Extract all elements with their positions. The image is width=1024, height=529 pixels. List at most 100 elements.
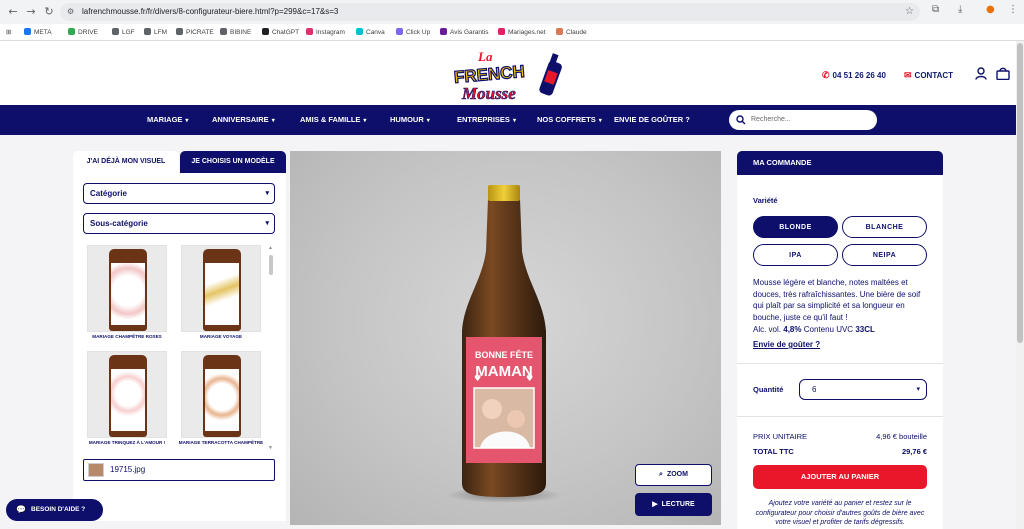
nav-item-amis-famille[interactable]: AMIS & FAMILLE ▾ — [300, 115, 366, 124]
variety-blanche-button[interactable]: BLANCHE — [842, 216, 927, 238]
bookmark-meta[interactable]: META — [24, 28, 52, 36]
bookmark-icon — [220, 28, 227, 35]
model-caption: MARIAGE TERRACOTTA CHAMPÊTRE — [178, 440, 264, 445]
quantity-select[interactable]: 6 ▾ — [799, 379, 927, 400]
tab-choose-model[interactable]: JE CHOISIS UN MODÈLE — [180, 151, 286, 173]
phone-icon: ✆ — [822, 70, 830, 80]
search-input[interactable]: Recherche... — [729, 110, 877, 130]
bookmark-claude[interactable]: Claude — [556, 28, 587, 36]
file-name: 19715.jpg — [110, 465, 146, 474]
scroll-up-icon: ▲ — [268, 245, 273, 251]
model-card[interactable]: MARIAGE TRINQUEZ À L'AMOUR ! — [83, 351, 171, 451]
model-card[interactable]: MARIAGE CHAMPÊTRE ROSES — [83, 245, 171, 345]
site-settings-icon[interactable]: ⚙ — [67, 3, 74, 21]
divider — [737, 416, 943, 417]
uploaded-file-field[interactable]: 19715.jpg — [83, 459, 275, 481]
model-thumbnail — [181, 245, 261, 332]
url-text: lafrenchmousse.fr/fr/divers/8-configurat… — [82, 7, 339, 16]
bookmark-picrate[interactable]: PICRATE — [176, 28, 214, 36]
bookmark-drive[interactable]: DRIVE — [68, 28, 98, 36]
download-icon[interactable]: ⤓ — [958, 4, 962, 15]
add-to-cart-button[interactable]: AJOUTER AU PANIER — [753, 465, 927, 489]
contact-link[interactable]: ✉ CONTACT — [904, 70, 953, 81]
cart-icon[interactable] — [996, 67, 1010, 80]
forward-icon[interactable]: → — [24, 5, 38, 19]
nav-item-anniversaire[interactable]: ANNIVERSAIRE ▾ — [212, 115, 275, 124]
model-card[interactable]: MARIAGE TERRACOTTA CHAMPÊTRE — [177, 351, 265, 451]
bookmark-icon — [440, 28, 447, 35]
phone-link[interactable]: ✆ 04 51 26 26 40 — [822, 70, 886, 81]
model-picker-panel: Catégorie ▾ Sous-catégorie ▾ MARIAGE CHA… — [73, 173, 286, 521]
help-chat-button[interactable]: 💬 BESOIN D'AIDE ? — [6, 499, 103, 521]
nav-item-mariage[interactable]: MARIAGE ▾ — [147, 115, 188, 124]
bookmarks-bar: META DRIVE LGF LFM PICRATE BIBINE ChatGPT Insta… — [0, 24, 1024, 41]
address-bar[interactable]: ⚙ lafrenchmousse.fr/fr/divers/8-configur… — [60, 3, 920, 21]
svg-text:♥: ♥ — [474, 374, 481, 383]
mail-icon: ✉ — [904, 70, 912, 80]
model-grid-scrollbar[interactable]: ▲ ▼ — [268, 245, 274, 451]
nav-item-humour[interactable]: HUMOUR ▾ — [390, 115, 430, 124]
bookmark-icon — [112, 28, 119, 35]
bookmark-icon — [68, 28, 75, 35]
variety-neipa-button[interactable]: NEIPA — [842, 244, 927, 266]
order-panel: Variété BLONDE BLANCHE IPA NEIPA Mousse … — [737, 175, 943, 529]
file-thumbnail — [88, 463, 104, 477]
play-button[interactable]: ▶ LECTURE — [635, 493, 712, 516]
nav-item-entreprises[interactable]: ENTREPRISES ▾ — [457, 115, 516, 124]
bookmark-icon — [24, 28, 31, 35]
order-panel-title: MA COMMANDE — [737, 151, 943, 175]
taste-link[interactable]: Envie de goûter ? — [753, 340, 820, 349]
tab-own-visual[interactable]: J'AI DÉJÀ MON VISUEL — [73, 151, 179, 173]
bookmark-canva[interactable]: Canva — [356, 28, 385, 36]
bookmark-label: BIBINE — [230, 29, 252, 36]
main-navigation: MARIAGE ▾ ANNIVERSAIRE ▾ AMIS & FAMILLE ▾ H… — [0, 105, 1016, 135]
page-scrollbar[interactable] — [1016, 41, 1024, 529]
beer-specs: Alc. vol. 4,8% Contenu UVC 33CL — [753, 325, 875, 334]
variety-label: Variété — [753, 196, 778, 205]
divider — [737, 363, 943, 364]
bookmark-lgf[interactable]: LGF — [112, 28, 135, 36]
play-icon: ▶ — [652, 501, 658, 508]
bookmark-lfm[interactable]: LFM — [144, 28, 167, 36]
bookmark-mariages-net[interactable]: Mariages.net — [498, 28, 546, 36]
category-select[interactable]: Catégorie ▾ — [83, 183, 275, 204]
model-thumbnail — [87, 245, 167, 332]
chevron-down-icon: ▾ — [185, 118, 189, 124]
model-grid: MARIAGE CHAMPÊTRE ROSES MARIAGE VOYAGE M… — [83, 245, 269, 451]
bookmark-click-up[interactable]: Click Up — [396, 28, 430, 36]
reload-icon[interactable]: ↻ — [42, 5, 56, 19]
nav-item-nos-coffrets[interactable]: NOS COFFRETS ▾ — [537, 115, 602, 124]
extensions-icon[interactable]: ⧉ — [932, 4, 939, 15]
configurator-area: J'AI DÉJÀ MON VISUEL JE CHOISIS UN MODÈL… — [0, 135, 1016, 529]
phone-number: 04 51 26 26 40 — [832, 71, 886, 80]
profile-avatar-icon[interactable]: ● — [986, 4, 995, 15]
zoom-button[interactable]: ⌕ ZOOM — [635, 464, 712, 486]
chevron-down-icon: ▾ — [363, 118, 367, 124]
apps-grid-icon[interactable]: ⊞ — [6, 28, 11, 36]
bookmark-label: Claude — [566, 29, 587, 36]
chevron-down-icon: ▾ — [265, 220, 269, 227]
bookmark-icon — [498, 28, 505, 35]
variety-blonde-button[interactable]: BLONDE — [753, 216, 838, 238]
svg-text:♥: ♥ — [526, 374, 533, 383]
bookmark-icon — [262, 28, 269, 35]
variety-ipa-button[interactable]: IPA — [753, 244, 838, 266]
la-french-mousse-logo[interactable]: La FRENCH Mousse — [450, 47, 565, 103]
label-line1: BONNE FÊTE — [475, 349, 533, 360]
back-icon[interactable]: ← — [6, 5, 20, 19]
user-account-icon[interactable] — [975, 67, 987, 80]
bookmark-star-icon[interactable]: ☆ — [905, 3, 914, 21]
menu-kebab-icon[interactable]: ⋮ — [1008, 4, 1018, 15]
model-card[interactable]: MARIAGE VOYAGE — [177, 245, 265, 345]
quantity-label: Quantité — [753, 385, 784, 394]
subcategory-select[interactable]: Sous-catégorie ▾ — [83, 213, 275, 234]
bookmark-icon — [556, 28, 563, 35]
bookmark-chatgpt[interactable]: ChatGPT — [262, 28, 299, 36]
model-caption: MARIAGE VOYAGE — [199, 334, 243, 339]
nav-item-envie-de-gouter[interactable]: ENVIE DE GOÛTER ? — [614, 115, 690, 124]
bookmark-instagram[interactable]: Instagram — [306, 28, 345, 36]
bookmark-avis-garantis[interactable]: Avis Garantis — [440, 28, 489, 36]
bottle-3d-viewer[interactable]: BONNE FÊTE MAMAN ♥ ♥ ⌕ ZOOM ▶ LECTURE — [290, 151, 721, 525]
search-icon — [736, 115, 746, 125]
bookmark-bibine[interactable]: BIBINE — [220, 28, 251, 36]
